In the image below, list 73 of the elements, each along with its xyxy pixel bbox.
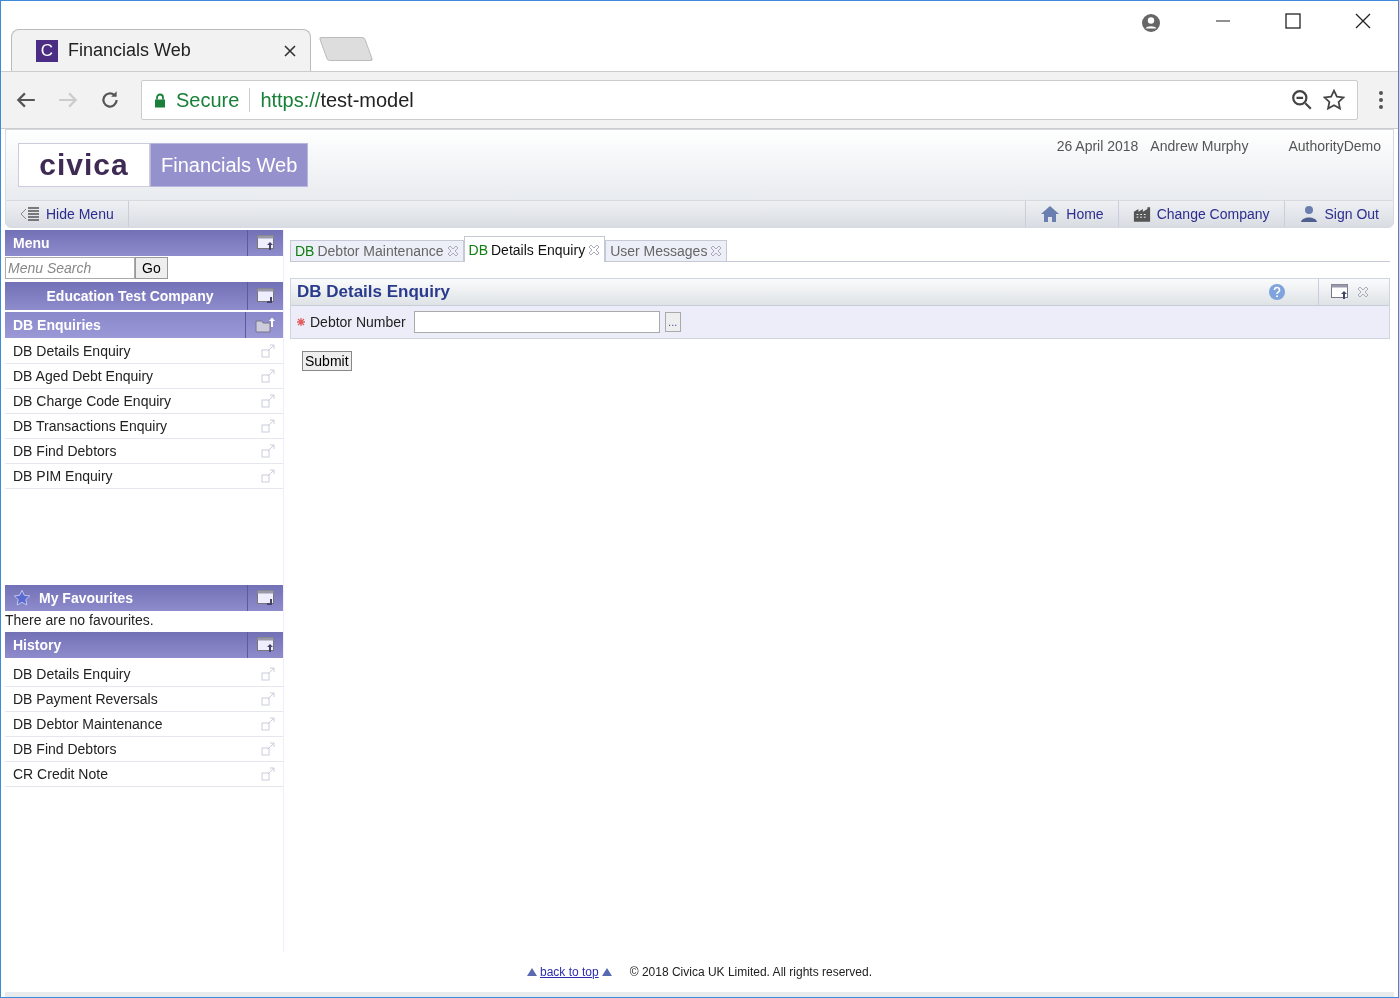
empty-message: There are no favourites. [5, 612, 155, 630]
lookup-button[interactable]: ... [664, 312, 681, 332]
history-item[interactable]: DB Find Debtors [5, 737, 283, 762]
star-icon[interactable] [1323, 89, 1345, 111]
hide-menu-link[interactable]: Hide Menu [6, 201, 129, 227]
menu-item[interactable]: DB Find Debtors [5, 439, 283, 464]
menu-item[interactable]: DB Transactions Enquiry [5, 414, 283, 439]
toolbar-link[interactable]: Change Company [1117, 201, 1284, 227]
browser-tab[interactable]: C Financials Web [11, 29, 311, 71]
favourites-title: My Favourites [38, 590, 135, 606]
more-icon[interactable] [1378, 90, 1384, 110]
site-icon: C [36, 39, 58, 62]
debtor-number-field[interactable] [413, 311, 660, 333]
tab-title: Financials Web [68, 40, 192, 61]
date-text: 26 April 2018 [1056, 138, 1139, 154]
menu-item[interactable]: DB Details Enquiry [5, 339, 283, 364]
maximize-icon[interactable] [1285, 13, 1301, 29]
external-link-icon [261, 419, 275, 433]
lock-icon [154, 92, 166, 108]
window-icon[interactable] [1331, 284, 1349, 300]
page-tab[interactable]: DB Debtor Maintenance [290, 240, 464, 262]
reload-icon[interactable] [99, 89, 121, 111]
external-link-icon [261, 444, 275, 458]
page-tab[interactable]: DB Details Enquiry [463, 236, 606, 262]
menu-item[interactable]: DB Aged Debt Enquiry [5, 364, 283, 389]
menu-title: Menu [12, 235, 51, 251]
url-text: https://test-model [260, 88, 414, 112]
external-link-icon [261, 692, 275, 706]
close-icon[interactable] [1355, 13, 1371, 29]
external-link-icon [261, 742, 275, 756]
secure-label: Secure [176, 88, 240, 112]
user-name: Andrew Murphy [1150, 138, 1249, 154]
external-link-icon [261, 344, 275, 358]
toolbar-link[interactable]: Sign Out [1283, 201, 1393, 227]
product-name: Financials Web [150, 143, 309, 187]
external-link-icon [261, 667, 275, 681]
close-icon[interactable] [284, 44, 296, 57]
submit-button[interactable]: Submit [302, 351, 352, 371]
address-bar[interactable]: Secure https://test-model [141, 80, 1358, 120]
up-arrow-icon [601, 968, 612, 976]
external-link-icon [261, 469, 275, 483]
building-icon [1132, 205, 1151, 223]
page-tab[interactable]: User Messages [605, 240, 728, 262]
external-link-icon [261, 717, 275, 731]
zoom-icon[interactable] [1291, 89, 1313, 111]
account-icon[interactable] [1141, 13, 1161, 33]
history-item[interactable]: DB Details Enquiry [5, 662, 283, 687]
civica-logo: civica [18, 143, 150, 187]
history-item[interactable]: CR Credit Note [5, 762, 283, 787]
company-name: Education Test Company [45, 288, 215, 304]
history-item[interactable]: DB Payment Reversals [5, 687, 283, 712]
go-button[interactable]: Go [135, 257, 168, 279]
house-icon [1040, 205, 1061, 223]
toolbar-link[interactable]: Home [1025, 201, 1118, 227]
company-header[interactable]: Education Test Company [5, 282, 283, 310]
back-to-top-link[interactable]: back to top [527, 965, 612, 979]
person-icon [1298, 205, 1319, 223]
external-link-icon [261, 369, 275, 383]
history-title: History [12, 637, 63, 653]
field-label: Debtor Number [310, 314, 406, 330]
form-title: DB Details Enquiry [297, 282, 451, 302]
menu-item[interactable]: DB Charge Code Enquiry [5, 389, 283, 414]
section-title: DB Enquiries [12, 317, 102, 333]
menu-item[interactable]: DB PIM Enquiry [5, 464, 283, 489]
star-icon [13, 589, 31, 607]
external-link-icon [261, 767, 275, 781]
copyright-text: © 2018 Civica UK Limited. All rights reserved. [629, 965, 872, 979]
external-link-icon [261, 394, 275, 408]
authority-name: AuthorityDemo [1288, 138, 1381, 154]
up-arrow-icon [527, 968, 537, 976]
collapse-icon [20, 207, 40, 221]
history-item[interactable]: DB Debtor Maintenance [5, 712, 283, 737]
menu-search-field[interactable]: Menu Search [5, 257, 135, 279]
